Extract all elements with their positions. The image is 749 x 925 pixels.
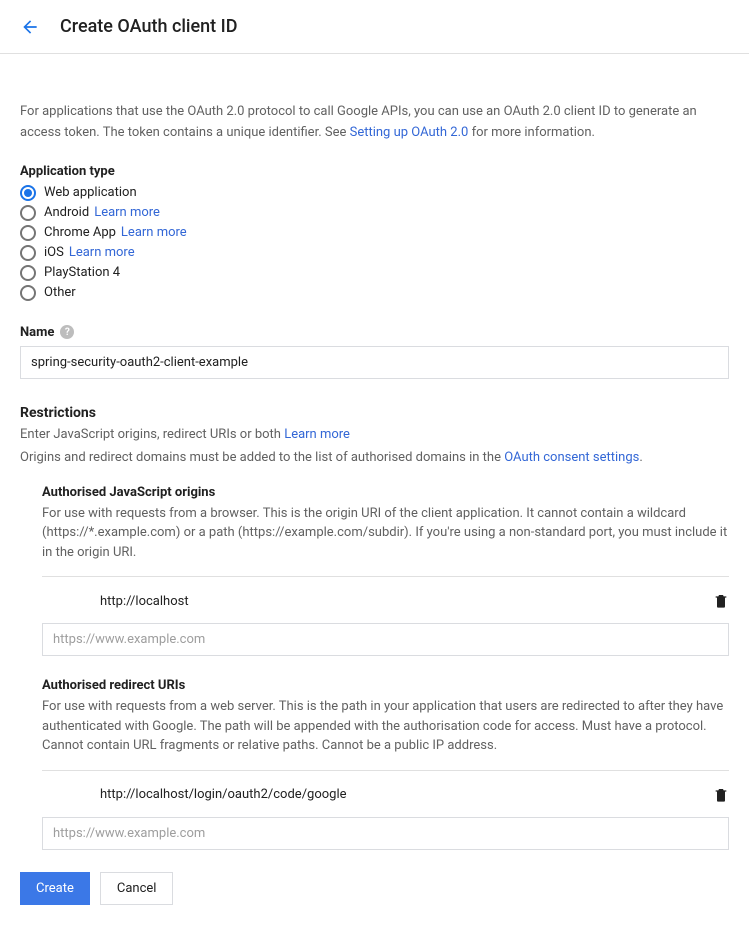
js-origins-description: For use with requests from a browser. Th… bbox=[42, 504, 729, 563]
radio-chrome-app[interactable]: Chrome App Learn more bbox=[20, 225, 729, 241]
restrictions-learn-more-link[interactable]: Learn more bbox=[284, 427, 350, 442]
radio-icon bbox=[20, 205, 36, 221]
oauth-consent-settings-link[interactable]: OAuth consent settings bbox=[504, 450, 639, 465]
restrictions-note-before: Origins and redirect domains must be add… bbox=[20, 450, 504, 465]
js-origin-input-wrap bbox=[42, 623, 729, 656]
learn-more-link[interactable]: Learn more bbox=[94, 205, 160, 220]
radio-playstation-4[interactable]: PlayStation 4 bbox=[20, 265, 729, 281]
page-title: Create OAuth client ID bbox=[60, 16, 238, 37]
js-origins-section: Authorised JavaScript origins For use wi… bbox=[42, 485, 729, 657]
app-type-radio-group: Web application Android Learn more Chrom… bbox=[20, 185, 729, 301]
js-origin-input[interactable] bbox=[42, 623, 729, 656]
radio-icon bbox=[20, 285, 36, 301]
restrictions-note-after: . bbox=[639, 450, 642, 465]
radio-other[interactable]: Other bbox=[20, 285, 729, 301]
create-button[interactable]: Create bbox=[20, 872, 90, 905]
radio-android[interactable]: Android Learn more bbox=[20, 205, 729, 221]
radio-icon bbox=[20, 225, 36, 241]
cancel-button[interactable]: Cancel bbox=[100, 872, 174, 905]
intro-after: for more information. bbox=[468, 125, 595, 140]
button-row: Create Cancel bbox=[20, 872, 729, 905]
radio-icon bbox=[20, 245, 36, 261]
radio-web-application[interactable]: Web application bbox=[20, 185, 729, 201]
redirect-uris-section: Authorised redirect URIs For use with re… bbox=[42, 678, 729, 850]
name-field-group: Name ? bbox=[20, 325, 729, 379]
radio-icon bbox=[20, 265, 36, 281]
radio-label: Chrome App bbox=[44, 225, 116, 240]
redirect-uri-input[interactable] bbox=[42, 817, 729, 850]
restrictions-title: Restrictions bbox=[20, 405, 729, 421]
learn-more-link[interactable]: Learn more bbox=[121, 225, 187, 240]
restrictions-sub-before: Enter JavaScript origins, redirect URIs … bbox=[20, 427, 284, 442]
intro-text: For applications that use the OAuth 2.0 … bbox=[20, 102, 729, 144]
restrictions-note: Origins and redirect domains must be add… bbox=[20, 450, 729, 465]
radio-label: PlayStation 4 bbox=[44, 265, 120, 280]
js-origin-row: http://localhost bbox=[100, 587, 729, 619]
trash-icon[interactable] bbox=[713, 787, 729, 803]
learn-more-link[interactable]: Learn more bbox=[69, 245, 135, 260]
name-label: Name bbox=[20, 325, 54, 340]
name-input[interactable] bbox=[20, 346, 729, 379]
redirect-uris-description: For use with requests from a web server.… bbox=[42, 697, 729, 756]
js-origins-title: Authorised JavaScript origins bbox=[42, 485, 729, 500]
radio-icon bbox=[20, 185, 36, 201]
trash-icon[interactable] bbox=[713, 593, 729, 609]
back-arrow-icon[interactable] bbox=[20, 17, 40, 37]
name-label-row: Name ? bbox=[20, 325, 729, 340]
radio-label: iOS bbox=[44, 245, 64, 260]
restrictions-subtitle: Enter JavaScript origins, redirect URIs … bbox=[20, 427, 729, 442]
redirect-uri-input-wrap bbox=[42, 817, 729, 850]
radio-label: Other bbox=[44, 285, 76, 300]
redirect-uri-value: http://localhost/login/oauth2/code/googl… bbox=[100, 787, 713, 802]
redirect-uri-row: http://localhost/login/oauth2/code/googl… bbox=[100, 781, 729, 813]
page-header: Create OAuth client ID bbox=[0, 0, 749, 54]
help-icon[interactable]: ? bbox=[60, 325, 74, 339]
radio-ios[interactable]: iOS Learn more bbox=[20, 245, 729, 261]
content: For applications that use the OAuth 2.0 … bbox=[0, 54, 749, 925]
app-type-label: Application type bbox=[20, 164, 729, 179]
redirect-uris-title: Authorised redirect URIs bbox=[42, 678, 729, 693]
divider bbox=[42, 576, 729, 577]
radio-label: Android bbox=[44, 205, 89, 220]
intro-link[interactable]: Setting up OAuth 2.0 bbox=[350, 125, 469, 140]
js-origin-value: http://localhost bbox=[100, 594, 713, 609]
divider bbox=[42, 770, 729, 771]
radio-label: Web application bbox=[44, 185, 137, 200]
